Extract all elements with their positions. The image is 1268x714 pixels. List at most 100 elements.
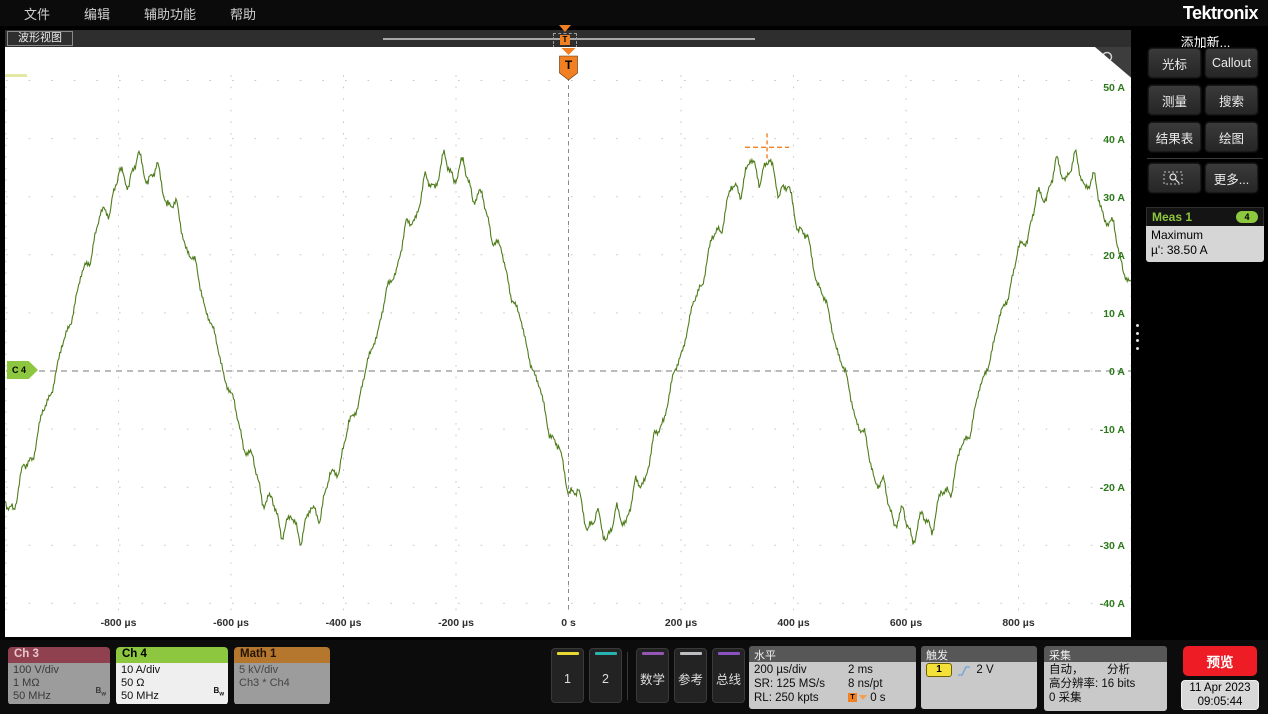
sidebar-button-结果表[interactable]: 结果表 bbox=[1148, 122, 1201, 152]
channel-badge-math1[interactable]: Math 15 kV/divCh3 * Ch4 bbox=[234, 647, 330, 705]
source-button-2[interactable]: 2 bbox=[589, 648, 622, 703]
horizontal-left-value: RL: 250 kpts bbox=[754, 691, 848, 705]
menu-item-0[interactable]: 文件 bbox=[24, 4, 50, 23]
zoom-mode-button[interactable] bbox=[1148, 163, 1201, 193]
sidebar-button-绘图[interactable]: 绘图 bbox=[1205, 122, 1258, 152]
more-button[interactable]: 更多... bbox=[1205, 163, 1258, 193]
y-tick-label: 40 A bbox=[1103, 134, 1125, 146]
channel-name: Math 1 bbox=[234, 647, 330, 663]
waveform-graticule[interactable]: T 50 A40 A30 A20 A10 A0 A-10 A-20 A-30 A… bbox=[5, 47, 1131, 637]
source-button-数学[interactable]: 数学 bbox=[636, 648, 669, 703]
horizontal-right-value: 2 ms bbox=[848, 663, 873, 677]
source-divider bbox=[627, 652, 628, 700]
menu-item-1[interactable]: 编辑 bbox=[84, 4, 110, 23]
date-label: 11 Apr 2023 bbox=[1182, 681, 1258, 695]
panel-drag-handle[interactable] bbox=[1134, 324, 1140, 350]
bandwidth-icon: Bw bbox=[96, 684, 106, 702]
y-tick-label: 0 A bbox=[1109, 366, 1125, 378]
acq-count: 0 采集 bbox=[1049, 691, 1162, 705]
zoom-area-icon bbox=[1163, 170, 1187, 186]
settings-bar: Ch 3100 V/div1 MΩ50 MHzBwCh 410 A/div50 … bbox=[0, 640, 1268, 714]
menu-bar: 文件 编辑 辅助功能 帮助 bbox=[0, 0, 1268, 26]
channel-setting-row: 50 MHz bbox=[121, 690, 223, 703]
source-button-参考[interactable]: 参考 bbox=[674, 648, 707, 703]
delay-arrow-icon bbox=[859, 695, 867, 700]
sidebar-button-光标[interactable]: 光标 bbox=[1148, 48, 1201, 78]
horizontal-panel[interactable]: 水平 200 µs/div2 msSR: 125 MS/s8 ns/ptRL: … bbox=[749, 646, 916, 709]
sidebar-divider bbox=[1147, 158, 1263, 159]
meas1-source-pill: 4 bbox=[1236, 211, 1258, 223]
trigger-level: 2 V bbox=[976, 664, 993, 676]
channel-settings: 5 kV/divCh3 * Ch4 bbox=[234, 663, 330, 704]
channel-setting-row: 1 MΩ bbox=[13, 677, 105, 690]
source-button-label: 2 bbox=[602, 655, 609, 702]
bandwidth-icon: Bw bbox=[214, 684, 224, 702]
channel-setting-row: 100 V/div bbox=[13, 664, 105, 677]
sidebar-button-搜索[interactable]: 搜索 bbox=[1205, 85, 1258, 115]
horizontal-row-1: SR: 125 MS/s8 ns/pt bbox=[754, 677, 911, 691]
horizontal-left-value: SR: 125 MS/s bbox=[754, 677, 848, 691]
waveform-view-titlebar: 波形视图 T bbox=[5, 30, 1131, 47]
trigger-arrow-icon bbox=[559, 25, 571, 32]
reference-level-tick bbox=[5, 74, 27, 77]
x-tick-label: 0 s bbox=[561, 617, 576, 629]
acquisition-panel[interactable]: 采集 自动， 分析 高分辨率: 16 bits 0 采集 bbox=[1044, 646, 1167, 711]
waveform-canvas[interactable]: T bbox=[5, 47, 1131, 637]
sidebar-button-测量[interactable]: 测量 bbox=[1148, 85, 1201, 115]
x-tick-label: -800 µs bbox=[101, 617, 137, 629]
trigger-position-icon: T bbox=[848, 693, 857, 702]
trigger-source-badge: 1 bbox=[926, 663, 952, 677]
tektronix-logo: Tektronix bbox=[1183, 3, 1258, 24]
meas1-type: Maximum bbox=[1151, 228, 1259, 243]
channel-setting-row: 50 MHz bbox=[13, 690, 105, 703]
source-button-label: 总线 bbox=[716, 655, 741, 702]
y-tick-label: -40 A bbox=[1100, 598, 1125, 610]
preview-button[interactable]: 预览 bbox=[1183, 646, 1257, 676]
time-label: 09:05:44 bbox=[1182, 695, 1258, 709]
channel-badge-ch4[interactable]: Ch 410 A/div50 Ω50 MHzBw bbox=[116, 647, 228, 705]
x-tick-label: -200 µs bbox=[438, 617, 474, 629]
trigger-flag-icon: T bbox=[560, 35, 570, 45]
acq-analyze: 分析 bbox=[1107, 663, 1130, 677]
y-tick-label: 50 A bbox=[1103, 82, 1125, 94]
channel-name: Ch 3 bbox=[8, 647, 110, 663]
trigger-title: 触发 bbox=[921, 646, 1037, 662]
y-tick-label: 10 A bbox=[1103, 308, 1125, 320]
acq-resolution: 高分辨率: 16 bits bbox=[1049, 677, 1162, 691]
source-button-label: 1 bbox=[564, 655, 571, 702]
menu-item-2[interactable]: 辅助功能 bbox=[144, 4, 196, 23]
trigger-flag-letter: T bbox=[565, 58, 573, 72]
channel-settings: 100 V/div1 MΩ50 MHzBw bbox=[8, 663, 110, 704]
channel-setting-row: Ch3 * Ch4 bbox=[239, 677, 325, 690]
channel-name: Ch 4 bbox=[116, 647, 228, 663]
trigger-arrow-icon bbox=[562, 48, 576, 55]
y-tick-label: -30 A bbox=[1100, 540, 1125, 552]
sidebar-button-Callout[interactable]: Callout bbox=[1205, 48, 1258, 78]
waveform-view-tab[interactable]: 波形视图 bbox=[7, 31, 73, 46]
acquisition-title: 采集 bbox=[1044, 646, 1167, 662]
meas1-value: µ': 38.50 A bbox=[1151, 243, 1259, 258]
horizontal-row-2: RL: 250 kptsT 0 s bbox=[754, 691, 911, 705]
x-tick-label: -600 µs bbox=[213, 617, 249, 629]
y-tick-label: 30 A bbox=[1103, 192, 1125, 204]
x-tick-label: 400 µs bbox=[777, 617, 809, 629]
menu-item-3[interactable]: 帮助 bbox=[230, 4, 256, 23]
meas1-badge[interactable]: Meas 1 4 Maximum µ': 38.50 A bbox=[1146, 207, 1264, 262]
y-tick-label: -10 A bbox=[1100, 424, 1125, 436]
horizontal-right-value: 8 ns/pt bbox=[848, 677, 883, 691]
horizontal-row-0: 200 µs/div2 ms bbox=[754, 663, 911, 677]
datetime-display: 11 Apr 2023 09:05:44 bbox=[1181, 680, 1259, 710]
trigger-panel[interactable]: 触发 1 2 V bbox=[921, 646, 1037, 709]
horizontal-left-value: 200 µs/div bbox=[754, 663, 848, 677]
channel-setting-row: 5 kV/div bbox=[239, 664, 325, 677]
channel-badge-ch3[interactable]: Ch 3100 V/div1 MΩ50 MHzBw bbox=[8, 647, 110, 705]
source-button-1[interactable]: 1 bbox=[551, 648, 584, 703]
overview-trigger-marker[interactable]: T bbox=[552, 25, 578, 49]
channel-setting-row: 10 A/div bbox=[121, 664, 223, 677]
y-tick-label: 20 A bbox=[1103, 250, 1125, 262]
source-button-label: 数学 bbox=[640, 655, 665, 702]
rising-edge-icon bbox=[957, 664, 971, 677]
ch4-waveform[interactable] bbox=[5, 150, 1131, 545]
source-button-总线[interactable]: 总线 bbox=[712, 648, 745, 703]
meas1-title: Meas 1 bbox=[1152, 210, 1192, 224]
